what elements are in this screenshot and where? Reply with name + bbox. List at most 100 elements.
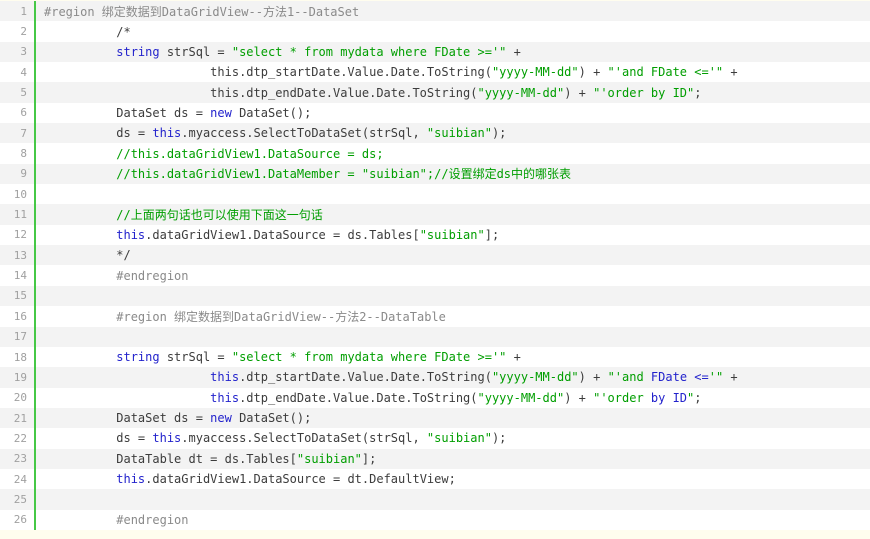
code-text: DataSet ds = new DataSet(); [34,102,870,124]
code-token: ; [694,390,702,405]
code-token: "'and [607,370,651,385]
code-text: ds = this .myaccess.SelectToDataSet(strSq… [34,428,870,449]
code-token: ) + [578,65,608,80]
code-token: "yyyy-MM-dd" [491,65,579,80]
line-number: 8 [20,147,27,161]
code-token: ; [694,85,702,100]
code-text: #region 绑定数据到DataGridView--方法1--DataSet [34,1,870,22]
code-line: 20 this .dtp_endDate.Value.Date.ToString(… [0,387,870,408]
line-number: 11 [13,208,27,222]
code-text: ds = this .myaccess.SelectToDataSet(strSq… [34,123,870,144]
code-token: DataSet(); [231,105,312,120]
code-token: "yyyy-MM-dd" [491,370,579,385]
code-token: .dataGridView1.DataSource = dt.DefaultVi… [145,472,456,487]
code-text: string strSql = "select * from mydata wh… [34,346,870,368]
code-token: ); [491,431,507,446]
code-token: this [116,227,146,242]
code-token: "yyyy-MM-dd" [477,85,565,100]
code-token: ) + [564,85,594,100]
code-token: strSql = [159,44,232,59]
code-token: "'order by ID" [593,85,695,100]
code-line: 25 [0,489,870,510]
line-number: 9 [20,167,27,181]
code-token: .dtp_endDate.Value.Date.ToString( [239,390,478,405]
code-token: DataTable dt = ds.Tables[ [44,451,297,466]
code-text: #region 绑定数据到DataGridView--方法2--DataTabl… [34,306,870,327]
code-text: //this.dataGridView1.DataSource = ds; [34,143,870,164]
code-text: #endregion [34,509,870,530]
code-token: "suibian" [426,126,492,141]
code-line: 7 ds = this .myaccess.SelectToDataSet(str… [0,123,870,144]
code-token: " [687,390,695,405]
code-line: 11 //上面两句话也可以使用下面这一句话 [0,204,870,225]
code-text: this .dataGridView1.DataSource = dt.Defau… [34,468,870,490]
code-token: #region 绑定数据到DataGridView--方法2--DataTabl… [44,309,446,324]
code-line: 15 [0,285,870,307]
code-text: DataTable dt = ds.Tables["suibian"]; [34,448,870,469]
code-token: "suibian" [296,451,362,466]
code-token: DataSet ds = [44,411,211,426]
code-token: .myaccess.SelectToDataSet(strSql, [181,126,427,141]
code-token: //this.dataGridView1.DataMember = "suibi… [44,167,572,182]
code-token: "suibian" [419,227,485,242]
line-number: 6 [20,106,27,120]
code-line: 23 DataTable dt = ds.Tables["suibian"]; [0,448,870,469]
code-line: 18 string strSql = "select * from mydata… [0,346,870,368]
code-line: 3 string strSql = "select * from mydata … [0,41,870,63]
line-number: 25 [13,492,27,506]
code-token: ds = [44,431,153,446]
code-token: ]; [361,451,377,466]
line-number: 18 [13,350,27,364]
code-token: "yyyy-MM-dd" [477,390,565,405]
code-token: strSql = [159,350,232,365]
code-line: 21 DataSet ds = new DataSet(); [0,407,870,429]
code-token: #endregion [44,512,189,527]
code-text: /* [34,21,870,42]
code-text: #endregion [34,265,870,286]
code-token: + [506,350,521,365]
code-line: 5 this.dtp_endDate.Value.Date.ToString("… [0,82,870,103]
code-line: 2 /* [0,21,870,42]
code-line: 8 //this.dataGridView1.DataSource = ds; [0,143,870,164]
code-token: new [210,105,232,120]
code-token: "'order [593,390,651,405]
code-text: this.dtp_startDate.Value.Date.ToString("… [34,62,870,83]
code-token: DataSet ds = [44,105,211,120]
code-token: this [116,472,146,487]
code-token: this.dtp_endDate.Value.Date.ToString( [44,85,478,100]
code-token: this [152,431,182,446]
code-token: this.dtp_startDate.Value.Date.ToString( [44,65,492,80]
code-token: by ID [650,390,688,405]
code-token: + [723,370,738,385]
line-number: 12 [13,228,27,242]
line-number: 5 [20,86,27,100]
code-token: new [210,411,232,426]
code-token: "suibian" [426,431,492,446]
code-line: 1 #region 绑定数据到DataGridView--方法1--DataSet [0,1,870,22]
code-token: FDate <= [650,370,709,385]
code-token: string [116,350,160,365]
code-token: this [152,126,182,141]
code-line: 6 DataSet ds = new DataSet(); [0,102,870,124]
code-text [34,184,870,205]
code-text: //this.dataGridView1.DataMember = "suibi… [34,163,870,185]
line-number: 14 [13,269,27,283]
code-token: "select * from mydata where FDate >='" [231,44,507,59]
code-token: ); [491,126,507,141]
code-token: DataSet(); [231,411,312,426]
line-number: 13 [13,248,27,262]
code-token: #region 绑定数据到DataGridView--方法1--DataSet [44,4,360,19]
code-token: //this.dataGridView1.DataSource = ds; [44,146,384,161]
code-token: "'and FDate <='" [607,65,724,80]
code-text [34,489,870,510]
line-number: 19 [13,370,27,384]
line-number: 22 [13,431,27,445]
line-number: 1 [20,4,27,18]
code-token: */ [44,248,131,263]
line-number: 10 [13,187,27,201]
line-number: 20 [13,391,27,405]
code-line: 19 this .dtp_startDate.Value.Date.ToStrin… [0,367,870,388]
